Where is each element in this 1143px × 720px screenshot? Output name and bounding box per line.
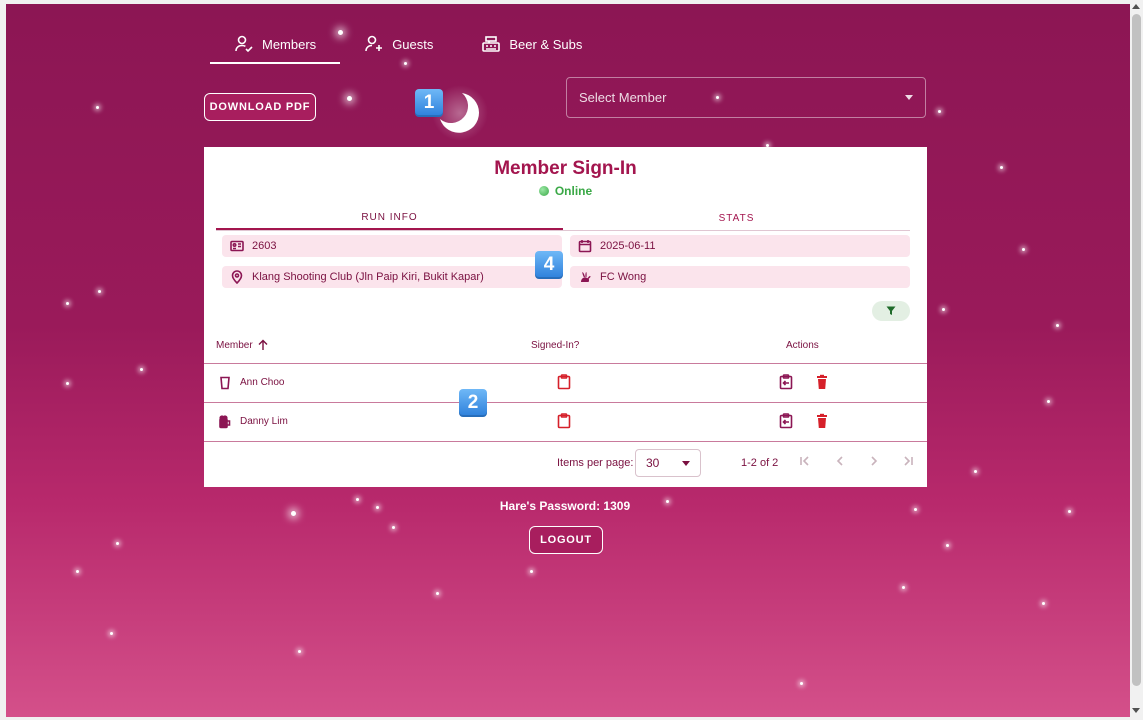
tab-run-info[interactable]: RUN INFO [216, 206, 563, 230]
hare-field[interactable]: FC Wong [570, 266, 910, 288]
person-check-icon [235, 35, 253, 53]
filter-icon [886, 306, 896, 315]
scroll-up-icon[interactable] [1132, 4, 1140, 9]
glass-icon [220, 376, 230, 389]
page-scrollbar[interactable] [1130, 0, 1143, 720]
cash-register-icon [482, 36, 501, 52]
member-name: Danny Lim [240, 416, 288, 427]
clipboard-arrow-icon [779, 413, 793, 429]
items-per-page-label: Items per page: [557, 457, 634, 469]
tab-beer-subs-label: Beer & Subs [509, 36, 583, 52]
location-pin-icon [231, 270, 243, 284]
hare-value: FC Wong [600, 271, 647, 283]
column-header-signed-in: Signed-In? [531, 339, 580, 351]
rabbit-icon [581, 272, 591, 282]
card-title: Member Sign-In [494, 158, 637, 179]
tab-guests-label: Guests [392, 36, 434, 52]
select-member-dropdown[interactable]: Select Member [566, 77, 926, 118]
page-range: 1-2 of 2 [741, 457, 779, 469]
hare-password: Hare's Password: 1309 [499, 499, 631, 513]
delete-button[interactable] [814, 374, 830, 393]
last-page-icon [904, 456, 913, 466]
column-header-member[interactable]: Member [216, 327, 269, 363]
person-add-icon [365, 35, 383, 52]
download-pdf-button[interactable]: DOWNLOAD PDF [204, 93, 316, 121]
member-sign-in-card: Member Sign-In Online RUN INFO STATS 260… [204, 147, 927, 487]
sign-in-toggle[interactable] [556, 374, 572, 393]
step-badge-2: 2 [459, 389, 487, 417]
run-number-field[interactable]: 2603 [222, 235, 562, 257]
member-name: Ann Choo [240, 377, 285, 388]
move-to-guest-button[interactable] [778, 374, 794, 393]
last-page-button[interactable] [901, 454, 917, 470]
column-header-member-label: Member [216, 339, 253, 351]
card-tabs: RUN INFO STATS [216, 206, 910, 231]
beer-mug-icon [219, 414, 231, 428]
items-per-page-select[interactable]: 30 [635, 449, 701, 477]
previous-page-button[interactable] [833, 454, 849, 470]
delete-button[interactable] [814, 413, 830, 432]
scroll-down-icon[interactable] [1132, 708, 1140, 713]
scroll-thumb[interactable] [1132, 14, 1141, 686]
status-indicator: Online [204, 184, 927, 198]
online-dot-icon [538, 186, 549, 196]
sign-in-toggle[interactable] [556, 413, 572, 432]
items-per-page-value: 30 [646, 456, 660, 470]
chevron-right-icon [871, 456, 878, 466]
first-page-icon [800, 456, 809, 466]
table-row: Danny Lim [204, 402, 927, 442]
clipboard-icon [557, 413, 571, 429]
location-value: Klang Shooting Club (Jln Paip Kiri, Buki… [252, 271, 484, 283]
step-badge-1: 1 [415, 89, 443, 117]
select-member-placeholder: Select Member [579, 90, 667, 105]
tab-beer-subs[interactable]: Beer & Subs [457, 26, 606, 62]
location-field[interactable]: Klang Shooting Club (Jln Paip Kiri, Buki… [222, 266, 562, 288]
first-page-button[interactable] [798, 454, 814, 470]
chevron-left-icon [836, 456, 843, 466]
step-badge-4: 4 [535, 251, 563, 279]
top-nav: Members Guests Beer & Subs [210, 26, 606, 66]
run-date-value: 2025-06-11 [600, 240, 656, 252]
table-row: Ann Choo [204, 363, 927, 403]
tab-members-label: Members [262, 36, 317, 52]
table-header: Member Signed-In? Actions [204, 327, 927, 364]
paginator: Items per page: 30 1-2 of 2 [204, 444, 927, 484]
next-page-button[interactable] [867, 454, 883, 470]
member-cell: Ann Choo [218, 363, 284, 402]
run-number-value: 2603 [252, 240, 277, 252]
logout-button[interactable]: LOGOUT [529, 526, 603, 554]
chevron-down-icon [905, 95, 913, 100]
move-to-guest-button[interactable] [778, 413, 794, 432]
member-cell: Danny Lim [218, 402, 288, 441]
chevron-down-icon [682, 460, 690, 466]
clipboard-icon [557, 374, 571, 390]
tab-members[interactable]: Members [210, 26, 341, 64]
tab-guests[interactable]: Guests [340, 26, 457, 62]
calendar-icon [578, 240, 592, 253]
run-date-field[interactable]: 2025-06-11 [570, 235, 910, 257]
arrow-up-icon [258, 339, 268, 350]
column-header-actions: Actions [786, 339, 819, 351]
filter-button[interactable] [872, 301, 910, 321]
trash-icon [817, 413, 827, 428]
id-card-icon [230, 240, 244, 252]
tab-stats[interactable]: STATS [563, 206, 910, 230]
clipboard-arrow-icon [779, 374, 793, 390]
status-text: Online [554, 184, 593, 198]
trash-icon [817, 374, 827, 389]
